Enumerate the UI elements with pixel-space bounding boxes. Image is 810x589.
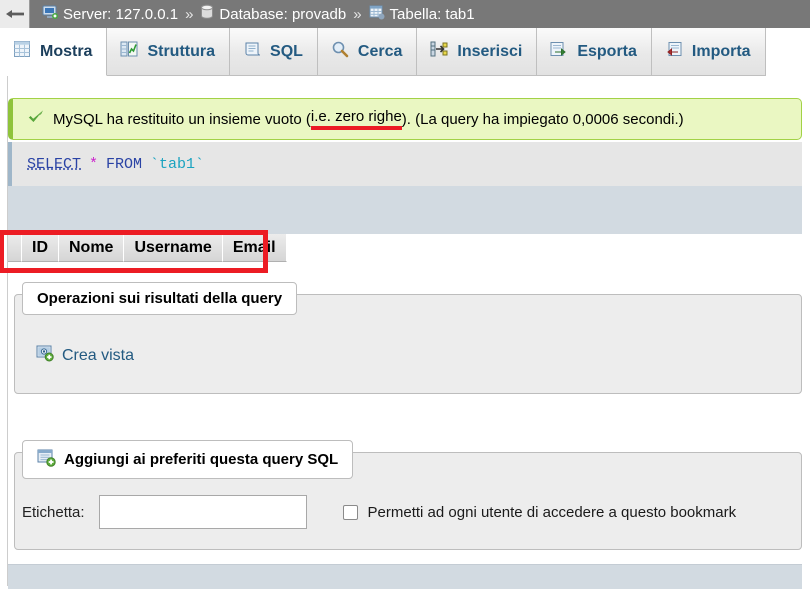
bookmark-share-checkbox[interactable] xyxy=(342,504,358,520)
bookmark-label-text: Etichetta: xyxy=(22,503,85,521)
sql-keyword-select: SELECT xyxy=(27,155,82,173)
tab-sql[interactable]: SQL xyxy=(230,28,318,76)
breadcrumb-label-server: Server: 127.0.0.1 xyxy=(63,5,179,23)
insert-row-icon xyxy=(430,40,448,63)
bookmark-legend-label: Aggiungi ai preferiti questa query SQL xyxy=(64,451,339,468)
message-text-before: MySQL ha restituito un insieme vuoto ( xyxy=(53,110,311,128)
table-header-email[interactable]: Email xyxy=(222,234,287,262)
message-text-highlighted: i.e. zero righe xyxy=(310,108,402,130)
tab-esporta[interactable]: Esporta xyxy=(537,28,652,76)
bookmark-label-input[interactable] xyxy=(98,495,307,529)
breadcrumb-item-table[interactable]: Tabella: tab1 xyxy=(369,4,475,24)
bottom-band xyxy=(8,564,802,589)
tab-mostra[interactable]: Mostra xyxy=(0,28,108,76)
breadcrumb-item-server[interactable]: Server: 127.0.0.1 xyxy=(42,4,178,24)
back-button[interactable] xyxy=(0,0,30,28)
query-operations-legend-label: Operazioni sui risultati della query xyxy=(37,290,283,307)
table-header-spacer xyxy=(8,234,22,262)
tab-importa[interactable]: Importa xyxy=(651,28,766,76)
results-table: ID Nome Username Email xyxy=(8,234,287,262)
bookmark-legend[interactable]: Aggiungi ai preferiti questa query SQL xyxy=(22,440,354,479)
main-content: MySQL ha restituito un insieme vuoto (i.… xyxy=(0,76,810,589)
bookmark-form-row: Etichetta: Permetti ad ogni utente di ac… xyxy=(0,482,788,542)
breadcrumb-label-database: Database: provadb xyxy=(219,5,347,23)
import-icon xyxy=(665,40,683,63)
structure-icon xyxy=(120,40,138,63)
tab-bar: Mostra Struttura SQL Cerca Inserisci Esp… xyxy=(0,28,810,76)
breadcrumb-item-database[interactable]: Database: provadb xyxy=(200,4,346,24)
breadcrumb: Server: 127.0.0.1 » Database: provadb » xyxy=(30,4,475,24)
bookmark-share-label: Permetti ad ogni utente di accedere a qu… xyxy=(367,503,737,521)
tab-label-importa: Importa xyxy=(691,42,751,60)
tab-label-struttura: Struttura xyxy=(147,42,216,60)
breadcrumb-separator-1: » xyxy=(185,5,194,23)
tab-inserisci[interactable]: Inserisci xyxy=(417,28,538,76)
toolbar-band xyxy=(8,186,802,234)
breadcrumb-bar: Server: 127.0.0.1 » Database: provadb » xyxy=(0,0,810,28)
breadcrumb-label-table: Tabella: tab1 xyxy=(389,5,475,23)
bookmark-share-option[interactable]: Permetti ad ogni utente di accedere a qu… xyxy=(342,503,737,521)
magnifier-icon xyxy=(331,40,349,63)
create-view-icon xyxy=(36,344,54,367)
tab-label-esporta: Esporta xyxy=(577,42,637,60)
tab-label-inserisci: Inserisci xyxy=(457,42,523,60)
server-icon xyxy=(42,4,58,24)
message-text-after: ). (La query ha impiegato 0,0006 secondi… xyxy=(401,110,684,128)
tab-label-cerca: Cerca xyxy=(357,42,403,60)
browse-grid-icon xyxy=(13,40,31,63)
table-header-row: ID Nome Username Email xyxy=(8,234,287,262)
query-operations-legend: Operazioni sui risultati della query xyxy=(22,282,298,315)
sql-identifier-table: `tab1` xyxy=(150,155,205,173)
query-result-message: MySQL ha restituito un insieme vuoto (i.… xyxy=(8,98,802,140)
create-view-label: Crea vista xyxy=(62,346,135,364)
tab-cerca[interactable]: Cerca xyxy=(317,28,418,76)
table-header-id[interactable]: ID xyxy=(22,234,59,262)
breadcrumb-separator-2: » xyxy=(353,5,362,23)
sql-scroll-icon xyxy=(243,40,261,63)
table-icon xyxy=(369,4,385,24)
sql-star: * xyxy=(89,155,99,173)
back-arrow-icon xyxy=(5,8,25,20)
sql-keyword-from: FROM xyxy=(106,155,143,173)
tab-label-mostra: Mostra xyxy=(40,42,93,60)
database-icon xyxy=(200,4,214,24)
green-check-icon xyxy=(27,108,45,130)
export-icon xyxy=(550,40,568,63)
table-header-nome[interactable]: Nome xyxy=(59,234,125,262)
create-view-link[interactable]: Crea vista xyxy=(36,344,134,367)
table-header-username[interactable]: Username xyxy=(124,234,223,262)
executed-sql-query[interactable]: SELECT * FROM `tab1` xyxy=(8,142,802,186)
bookmark-add-icon xyxy=(37,448,56,471)
tab-struttura[interactable]: Struttura xyxy=(107,28,231,76)
tab-label-sql: SQL xyxy=(270,42,303,60)
